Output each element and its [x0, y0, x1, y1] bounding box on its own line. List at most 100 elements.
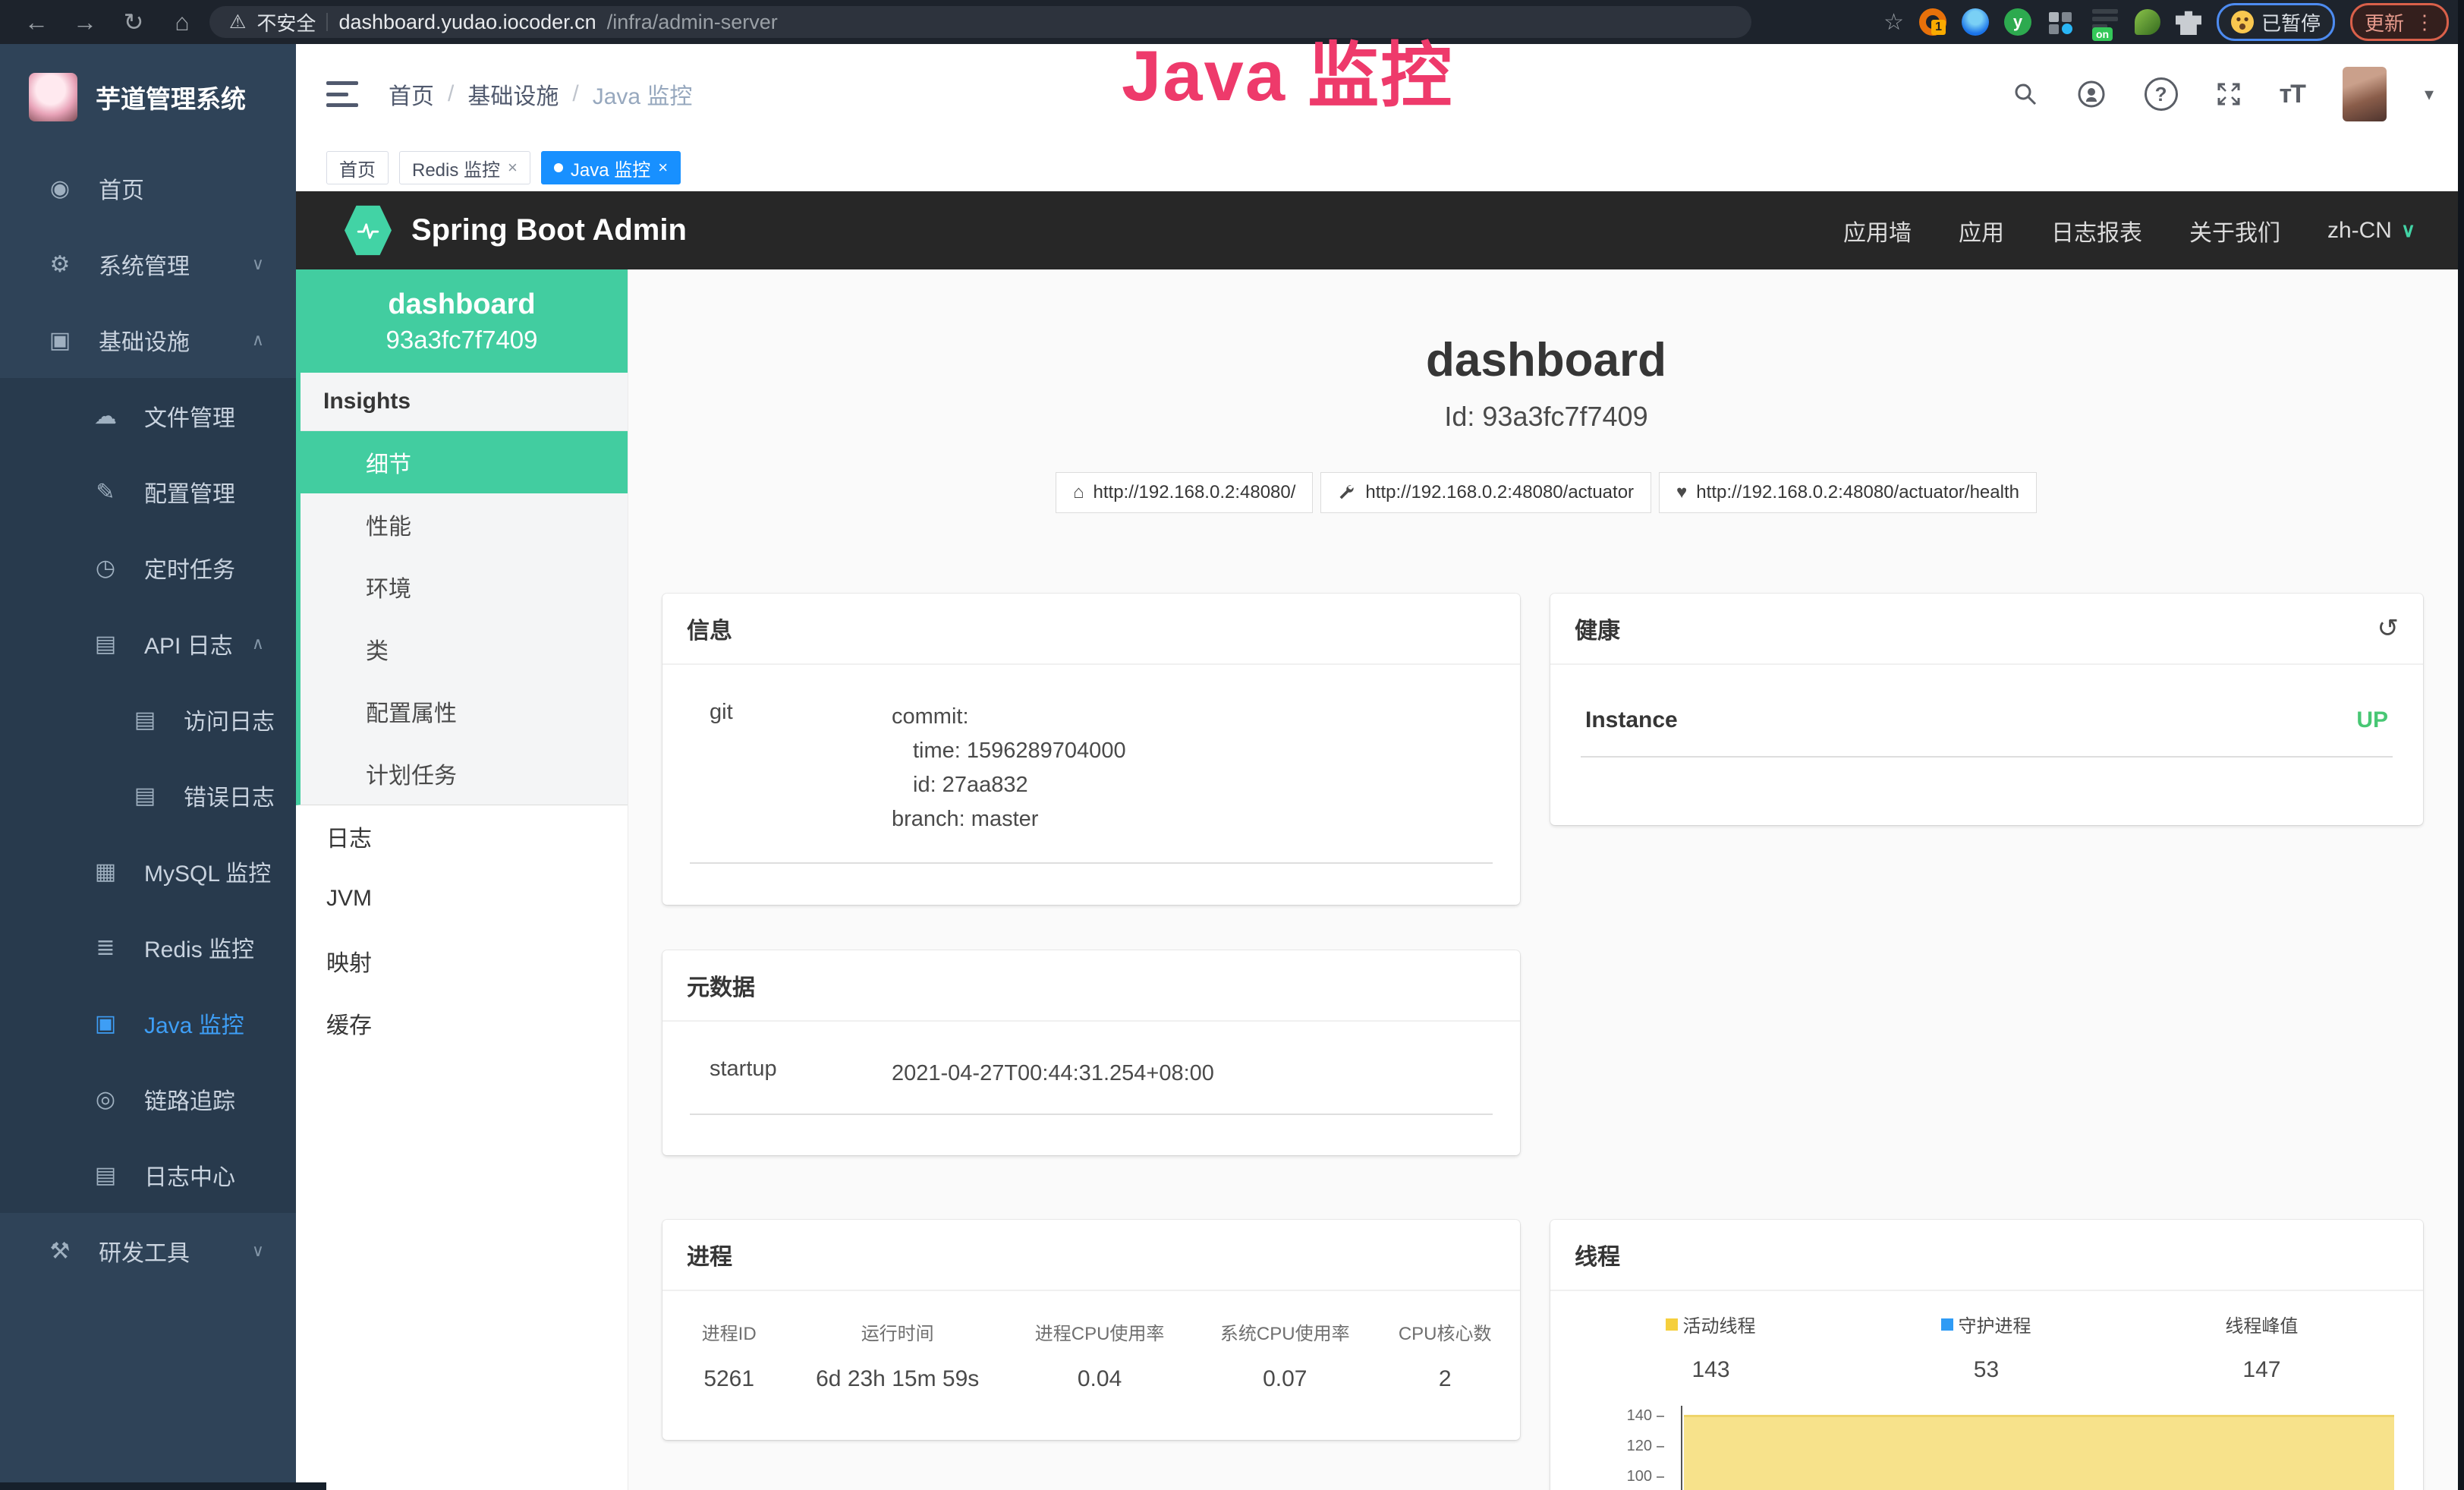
avatar[interactable] [2343, 67, 2387, 121]
sidebar-item-config-management[interactable]: ✎ 配置管理 [0, 454, 296, 530]
table-row: git commit: time: 1596289704000 id: 27aa… [690, 700, 1493, 864]
app-main: 首页 / 基础设施 / Java 监控 ? [296, 44, 2464, 1490]
sba-nav-about[interactable]: 关于我们 [2189, 214, 2280, 247]
sidebar-item-home[interactable]: ◉ 首页 [0, 150, 296, 226]
chevron-down-icon: ∨ [252, 254, 264, 274]
sba-item-config-properties[interactable]: 配置属性 [301, 680, 628, 742]
metadata-card-title: 元数据 [662, 950, 1520, 1022]
sidebar-item-file-management[interactable]: ☁ 文件管理 [0, 378, 296, 454]
sidebar-item-java-monitor[interactable]: ▣ Java 监控 [0, 985, 296, 1061]
y-axis-tick: 100 [1573, 1468, 1664, 1485]
instance-header: dashboard 93a3fc7f7409 [296, 269, 628, 373]
update-button[interactable]: 更新 ⋮ [2350, 3, 2449, 41]
sba-item-metrics[interactable]: 性能 [301, 493, 628, 556]
forward-icon[interactable]: → [64, 8, 106, 36]
sba-nav-journal[interactable]: 日志报表 [2051, 214, 2142, 247]
extension-badge: 1 [1931, 20, 1946, 35]
gear-icon: ⚙ [42, 251, 77, 278]
sba-brand[interactable]: Spring Boot Admin [411, 213, 687, 247]
not-secure-label[interactable]: 不安全 [256, 8, 316, 36]
extension-icon-6[interactable] [2135, 9, 2160, 35]
chart-plot-area [1681, 1406, 2394, 1490]
history-icon[interactable]: ↺ [2377, 613, 2399, 644]
extensions-row: ☆ 1 y on [1883, 3, 2449, 41]
fullscreen-icon[interactable] [2216, 81, 2242, 107]
tab-java-monitor[interactable]: Java 监控 × [541, 151, 681, 184]
back-icon[interactable]: ← [15, 8, 58, 36]
sidebar-item-mysql-monitor[interactable]: ▦ MySQL 监控 [0, 833, 296, 909]
sba-item-scheduled-tasks[interactable]: 计划任务 [301, 742, 628, 805]
sba-item-logfile[interactable]: 日志 [296, 805, 628, 868]
sidebar-item-log-center[interactable]: ▤ 日志中心 [0, 1137, 296, 1213]
extension-icon-2[interactable] [1962, 8, 1989, 36]
log-icon: ▤ [88, 631, 123, 657]
sidebar-item-infrastructure[interactable]: ▣ 基础设施 ∧ [0, 302, 296, 378]
chevron-up-icon: ∧ [252, 330, 264, 350]
eye-icon: ◎ [88, 1086, 123, 1113]
spring-boot-admin-logo[interactable] [345, 205, 392, 257]
wrench-icon [1338, 484, 1356, 502]
endpoint-health-button[interactable]: ♥ http://192.168.0.2:48080/actuator/heal… [1659, 472, 2037, 513]
more-menu-icon[interactable]: ⋮ [2415, 11, 2434, 34]
sidebar-item-redis-monitor[interactable]: ≣ Redis 监控 [0, 909, 296, 985]
github-icon[interactable] [2076, 79, 2107, 109]
font-size-icon[interactable]: тT [2280, 80, 2305, 109]
language-select[interactable]: zh-CN ∨ [2327, 218, 2415, 244]
extension-icon-4[interactable] [2047, 8, 2075, 36]
process-col-cpus: CPU核心数 2 [1377, 1318, 1512, 1392]
table-row: startup 2021-04-27T00:44:31.254+08:00 [690, 1057, 1493, 1115]
extension-icon-5[interactable]: on [2091, 8, 2119, 36]
app-logo-row[interactable]: 芋道管理系统 [0, 44, 296, 150]
sba-body: dashboard 93a3fc7f7409 Insights 细节 性能 环境… [296, 269, 2464, 1490]
extension-icon-1[interactable]: 1 [1919, 8, 1946, 36]
legend-swatch-yellow [1666, 1318, 1678, 1331]
sidebar-item-dev-tools[interactable]: ⚒ 研发工具 ∨ [0, 1213, 296, 1289]
sba-nav-applications[interactable]: 应用 [1959, 214, 2004, 247]
breadcrumb-infrastructure[interactable]: 基础设施 [467, 77, 559, 111]
address-bar[interactable]: ⚠ 不安全 dashboard.yudao.iocoder.cn/infra/a… [209, 6, 1751, 38]
sba-item-mappings[interactable]: 映射 [296, 930, 628, 992]
left-column: 信息 git commit: time: 1596289704000 id: 2… [662, 594, 1520, 1490]
endpoint-home-button[interactable]: ⌂ http://192.168.0.2:48080/ [1056, 472, 1313, 513]
app-sidebar: 芋道管理系统 ◉ 首页 ⚙ 系统管理 ∨ ▣ 基础设施 ∧ ☁ 文件管理 [0, 44, 296, 1490]
tab-home[interactable]: 首页 [326, 151, 389, 184]
sba-item-caches[interactable]: 缓存 [296, 992, 628, 1054]
info-card: 信息 git commit: time: 1596289704000 id: 2… [662, 594, 1520, 905]
avatar-caret-icon[interactable]: ▾ [2425, 83, 2434, 106]
sba-nav-wallboard[interactable]: 应用墙 [1843, 214, 1912, 247]
sidebar-item-access-log[interactable]: ▤ 访问日志 [0, 682, 296, 758]
process-card: 进程 进程ID 5261 运行时间 6d 23h 15m 5 [662, 1220, 1520, 1440]
tab-redis-monitor[interactable]: Redis 监控 × [399, 151, 530, 184]
sba-item-details[interactable]: 细节 [301, 431, 628, 493]
sba-item-classes[interactable]: 类 [301, 618, 628, 680]
sidebar-item-system-management[interactable]: ⚙ 系统管理 ∨ [0, 226, 296, 302]
sidebar-item-error-log[interactable]: ▤ 错误日志 [0, 758, 296, 833]
browser-home-icon[interactable]: ⌂ [161, 8, 203, 36]
paused-pill[interactable]: 已暂停 [2217, 3, 2335, 41]
extensions-puzzle-icon[interactable] [2176, 9, 2201, 35]
hamburger-icon[interactable] [326, 81, 358, 107]
breadcrumb: 首页 / 基础设施 / Java 监控 [389, 77, 692, 111]
close-icon[interactable]: × [658, 158, 668, 178]
metadata-value: 2021-04-27T00:44:31.254+08:00 [892, 1057, 1493, 1091]
breadcrumb-home[interactable]: 首页 [389, 77, 434, 111]
window-bottom-edge [0, 1482, 326, 1490]
sidebar-item-scheduled-tasks[interactable]: ◷ 定时任务 [0, 530, 296, 606]
database-icon: ▦ [88, 858, 123, 885]
reload-icon[interactable]: ↻ [112, 8, 155, 36]
endpoint-actuator-button[interactable]: http://192.168.0.2:48080/actuator [1320, 472, 1651, 513]
status-badge: UP [2356, 707, 2388, 733]
sidebar-item-api-log[interactable]: ▤ API 日志 ∧ [0, 606, 296, 682]
bookmark-star-icon[interactable]: ☆ [1883, 9, 1904, 36]
sba-item-jvm[interactable]: JVM [296, 868, 628, 930]
chevron-up-icon: ∧ [252, 634, 264, 654]
legend-peak-threads: 线程峰值 147 [2124, 1311, 2399, 1383]
sba-item-environment[interactable]: 环境 [301, 556, 628, 618]
extension-icon-3[interactable]: y [2004, 8, 2031, 36]
search-icon[interactable] [2012, 81, 2038, 107]
legend-swatch-blue [1941, 1318, 1953, 1331]
close-icon[interactable]: × [508, 158, 518, 178]
sidebar-item-trace[interactable]: ◎ 链路追踪 [0, 1061, 296, 1137]
breadcrumb-separator: / [448, 81, 454, 107]
help-icon[interactable]: ? [2145, 77, 2178, 111]
